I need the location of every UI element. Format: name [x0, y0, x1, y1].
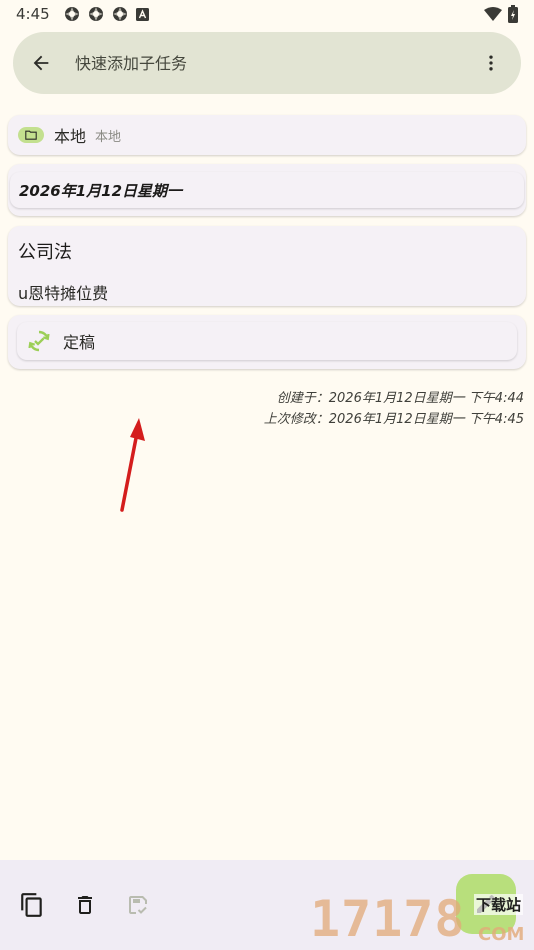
folder-chip — [18, 127, 44, 143]
trash-icon — [78, 896, 92, 914]
red-arrow-annotation — [120, 418, 145, 512]
save-button[interactable] — [124, 891, 152, 919]
watermark-tag: 下载站 — [474, 894, 524, 915]
delete-button[interactable] — [71, 891, 99, 919]
folder-subtitle: 本地 — [95, 129, 122, 145]
copy-icon — [21, 893, 42, 917]
more-options-button[interactable] — [479, 51, 503, 75]
task-title[interactable]: 公司法 — [18, 238, 516, 264]
copy-button[interactable] — [18, 891, 46, 919]
task-body[interactable]: u恩特摊位费 — [18, 280, 516, 304]
date-card: 2026年1月12日星期一 — [8, 164, 526, 216]
watermark-number: 17178 — [310, 890, 466, 948]
status-right — [484, 5, 518, 23]
meta-info: 创建于：2026年1月12日星期一 下午4:44 上次修改：2026年1月12日… — [264, 388, 524, 430]
folder-icon — [25, 130, 37, 140]
sync-check-icon — [28, 330, 50, 352]
state-chip[interactable]: 定稿 — [17, 322, 517, 360]
app-icon — [112, 7, 127, 21]
date-field[interactable]: 2026年1月12日星期一 — [10, 172, 524, 208]
arrow-left-icon — [33, 55, 49, 71]
created-time: 创建于：2026年1月12日星期一 下午4:44 — [276, 391, 524, 406]
battery-icon — [508, 5, 518, 23]
app-icon — [64, 7, 79, 21]
folder-card[interactable]: 本地 本地 — [8, 115, 526, 155]
more-vert-icon — [489, 55, 493, 71]
back-button[interactable] — [29, 51, 53, 75]
status-time: 4:45 — [16, 5, 50, 23]
watermark-com: COM — [478, 924, 525, 945]
content-card[interactable]: 公司法 u恩特摊位费 — [8, 226, 526, 306]
save-check-icon — [129, 896, 147, 914]
top-bar — [13, 32, 521, 94]
wifi-icon — [484, 7, 502, 21]
quick-add-subtask-input[interactable] — [75, 53, 479, 73]
app-icon — [88, 7, 103, 21]
status-left: 4:45 — [16, 5, 149, 23]
notification-icon — [135, 7, 149, 21]
status-bar: 4:45 — [0, 0, 534, 28]
state-label: 定稿 — [63, 333, 96, 352]
folder-name: 本地 — [54, 127, 87, 146]
state-card: 定稿 — [8, 315, 526, 369]
modified-time: 上次修改：2026年1月12日星期一 下午4:45 — [263, 412, 524, 427]
